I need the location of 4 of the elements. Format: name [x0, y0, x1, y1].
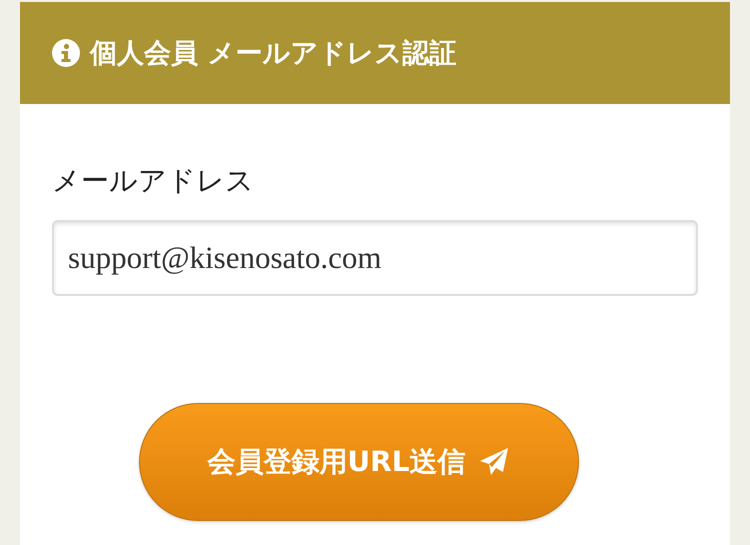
field-label: メールアドレス [52, 163, 254, 199]
email-field[interactable]: support@kisenosato.com [52, 220, 698, 296]
page-title: 個人会員 メールアドレス認証 [90, 37, 456, 71]
info-icon [52, 39, 80, 67]
